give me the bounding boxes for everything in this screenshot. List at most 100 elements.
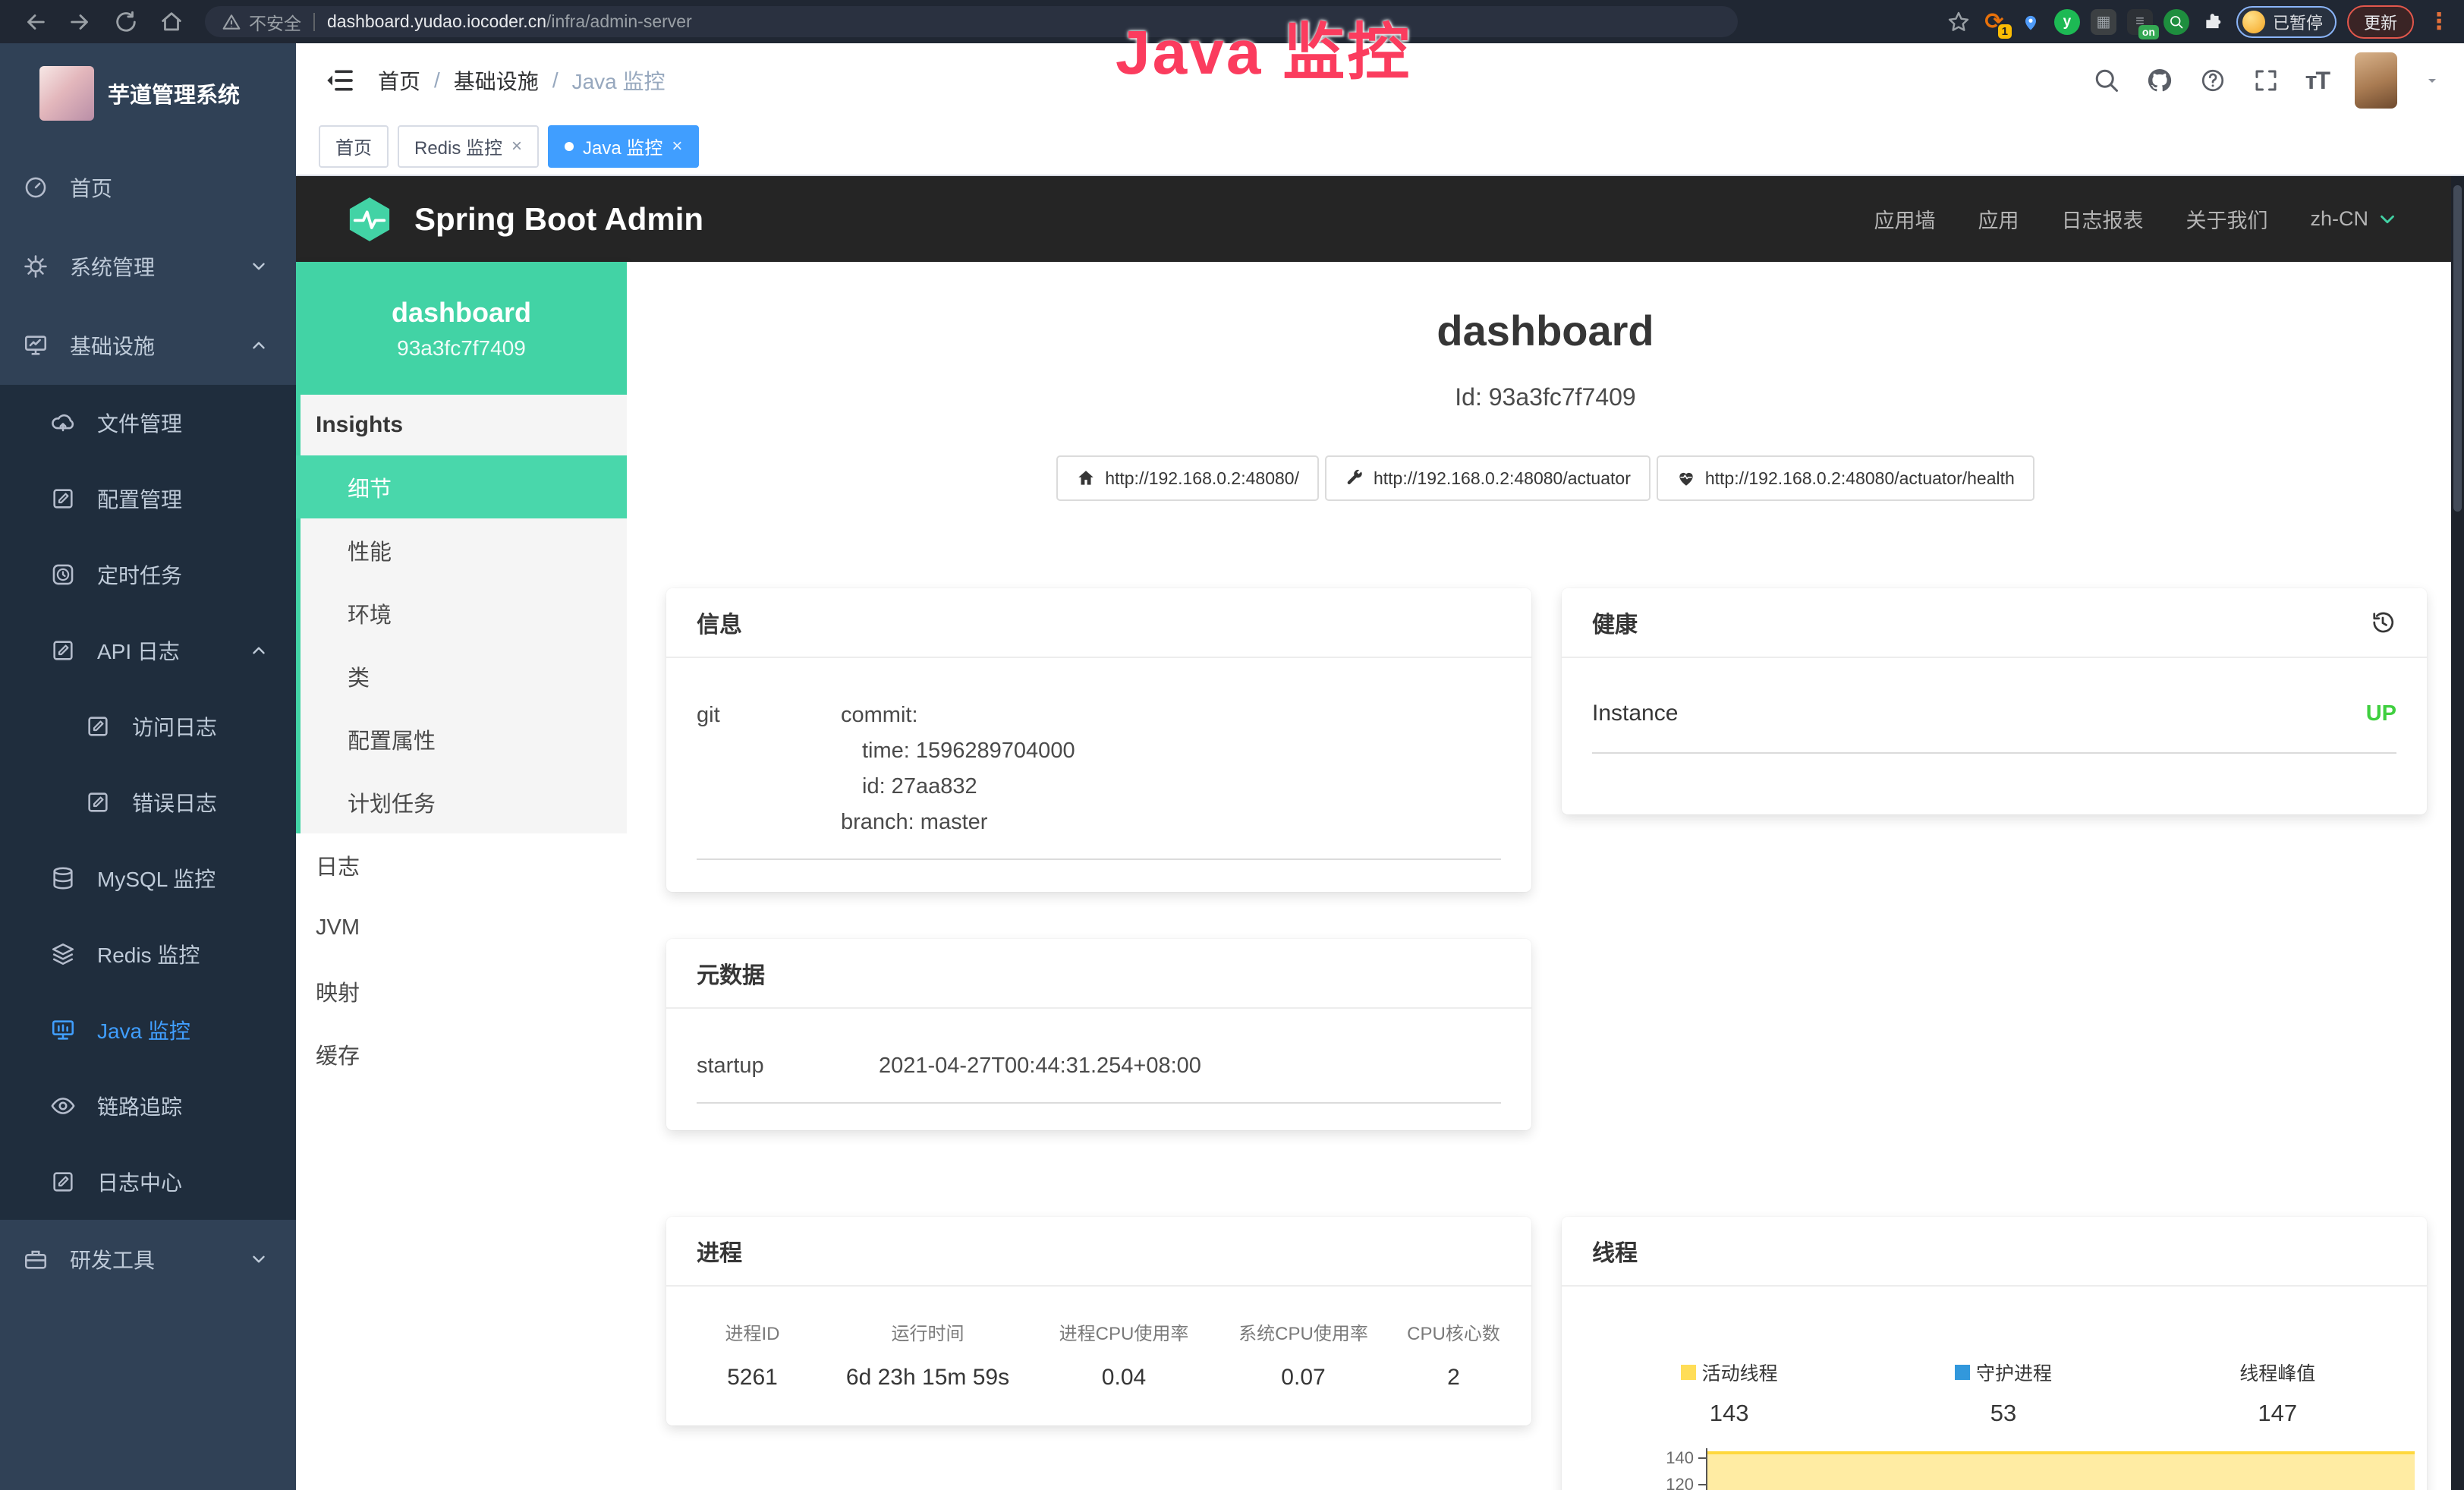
sidebar-item-file-manage[interactable]: 文件管理 [0,385,296,461]
sidebar-item-label: 研发工具 [70,1244,155,1274]
sidebar-item-system[interactable]: 系统管理 [0,227,296,306]
legend-swatch-daemon [1955,1365,1970,1380]
extensions-puzzle-icon[interactable] [2200,9,2226,35]
breadcrumb-infra[interactable]: 基础设施 [454,65,539,96]
sidebar-item-access-log[interactable]: 访问日志 [0,688,296,764]
back-icon[interactable] [22,9,48,35]
forward-icon[interactable] [68,9,93,35]
extension-y-icon[interactable]: y [2054,9,2080,35]
sidebar-item-trace[interactable]: 链路追踪 [0,1068,296,1144]
app-logo [39,66,94,121]
history-icon[interactable] [2369,609,2396,636]
fullscreen-icon[interactable] [2252,67,2280,94]
bookmark-star-icon[interactable] [1946,10,1971,34]
nav-journal[interactable]: 日志报表 [2061,204,2143,234]
reload-icon[interactable] [113,9,139,35]
card-title: 进程 [697,1234,742,1268]
health-card: 健康 Instance UP [1562,588,2427,814]
sba-item-configprops[interactable]: 配置属性 [301,707,627,770]
tab-redis-monitor[interactable]: Redis 监控 × [398,125,539,168]
help-icon[interactable] [2199,67,2226,94]
tab-home[interactable]: 首页 [319,125,389,168]
cloud-upload-icon [50,410,76,436]
legend-swatch-live [1681,1365,1696,1380]
url-host: dashboard.yudao.iocoder.cn [327,11,546,32]
sba-item-env[interactable]: 环境 [301,581,627,644]
sba-item-details[interactable]: 细节 [296,455,627,518]
text-size-icon[interactable]: тT [2305,67,2329,95]
actuator-url-button[interactable]: http://192.168.0.2:48080/actuator [1325,455,1651,501]
info-line: commit: [841,698,1075,733]
profile-paused-badge[interactable]: 已暂停 [2236,6,2337,38]
sidebar-item-mysql-monitor[interactable]: MySQL 监控 [0,840,296,916]
nav-about[interactable]: 关于我们 [2186,204,2267,234]
sba-item-metrics[interactable]: 性能 [301,518,627,581]
admin-sidebar: 芋道管理系统 首页 系统管理 基础设施 文件管理 [0,43,296,1490]
sba-brand[interactable]: Spring Boot Admin [414,201,703,238]
sba-item-classes[interactable]: 类 [301,644,627,707]
service-url-button[interactable]: http://192.168.0.2:48080/ [1056,455,1319,501]
ytick-mark [1698,1484,1706,1485]
sidebar-item-error-log[interactable]: 错误日志 [0,764,296,840]
sidebar-item-java-monitor[interactable]: Java 监控 [0,992,296,1068]
nav-wall[interactable]: 应用墙 [1874,204,1935,234]
sidebar-item-config-manage[interactable]: 配置管理 [0,461,296,537]
row-divider [1592,752,2396,754]
update-label: 更新 [2364,10,2397,34]
info-line: time: 1596289704000 [841,733,1075,769]
extension-list-icon[interactable]: ≡on [2127,9,2153,35]
process-value: 0.04 [1032,1365,1216,1391]
sba-item-scheduled[interactable]: 计划任务 [301,770,627,833]
sba-item-jvm[interactable]: JVM [296,896,627,959]
home-icon[interactable] [159,9,184,35]
edit-square-icon [85,713,111,739]
sidebar-item-redis-monitor[interactable]: Redis 监控 [0,916,296,992]
extension-refresh-icon[interactable]: ⟳1 [1981,9,2007,35]
extension-search-icon[interactable] [2163,9,2189,35]
close-icon[interactable]: × [511,136,522,157]
ytick-mark [1698,1457,1706,1459]
scrollbar-thumb[interactable] [2453,185,2462,512]
github-icon[interactable] [2146,67,2173,94]
profile-emoji-avatar [2242,11,2265,33]
app-logo-row[interactable]: 芋道管理系统 [0,43,296,134]
scrollbar-track[interactable] [2451,176,2464,1490]
locale-select[interactable]: zh-CN [2310,207,2399,231]
search-icon[interactable] [2093,67,2120,94]
info-card: 信息 git commit: time: 1596289704000 id: 2… [666,588,1531,892]
sba-item-mappings[interactable]: 映射 [296,959,627,1022]
breadcrumb-separator: / [434,68,440,93]
extension-grid-icon[interactable]: ▦ [2091,9,2116,35]
update-button[interactable]: 更新 [2347,5,2414,39]
row-divider [697,858,1501,860]
card-title: 线程 [1592,1234,1638,1268]
sba-item-caches[interactable]: 缓存 [296,1022,627,1085]
sba-item-logs[interactable]: 日志 [296,833,627,896]
sidebar-item-label: 配置管理 [97,484,182,514]
health-url-button[interactable]: http://192.168.0.2:48080/actuator/health [1657,455,2034,501]
browser-menu-icon[interactable]: ⋮ [2428,8,2450,35]
wrench-icon [1345,468,1364,488]
close-icon[interactable]: × [672,136,682,157]
sidebar-item-log-center[interactable]: 日志中心 [0,1144,296,1220]
sidebar-item-infra[interactable]: 基础设施 [0,306,296,385]
nav-applications[interactable]: 应用 [1978,204,2019,234]
avatar-caret-icon[interactable] [2423,71,2441,90]
sidebar-item-scheduled-job[interactable]: 定时任务 [0,537,296,613]
user-avatar[interactable] [2355,52,2397,109]
ytick: 120 [1666,1476,1694,1490]
page-root: 不安全 dashboard.yudao.iocoder.cn/infra/adm… [0,0,2464,1490]
database-icon [50,865,76,891]
health-url: http://192.168.0.2:48080/actuator/health [1705,468,2015,489]
sidebar-item-home[interactable]: 首页 [0,148,296,227]
sidebar-item-dev-tools[interactable]: 研发工具 [0,1220,296,1299]
health-instance-label[interactable]: Instance [1592,701,1678,726]
extension-pin-icon[interactable] [2018,9,2044,35]
sidebar-item-api-log[interactable]: API 日志 [0,613,296,688]
sidebar-fold-icon[interactable] [325,65,355,96]
address-bar[interactable]: 不安全 dashboard.yudao.iocoder.cn/infra/adm… [205,6,1738,37]
tab-java-monitor[interactable]: Java 监控 × [548,125,699,168]
breadcrumb-home[interactable]: 首页 [378,65,420,96]
instance-header[interactable]: dashboard 93a3fc7f7409 [296,262,627,395]
page-id: Id: 93a3fc7f7409 [627,383,2464,411]
